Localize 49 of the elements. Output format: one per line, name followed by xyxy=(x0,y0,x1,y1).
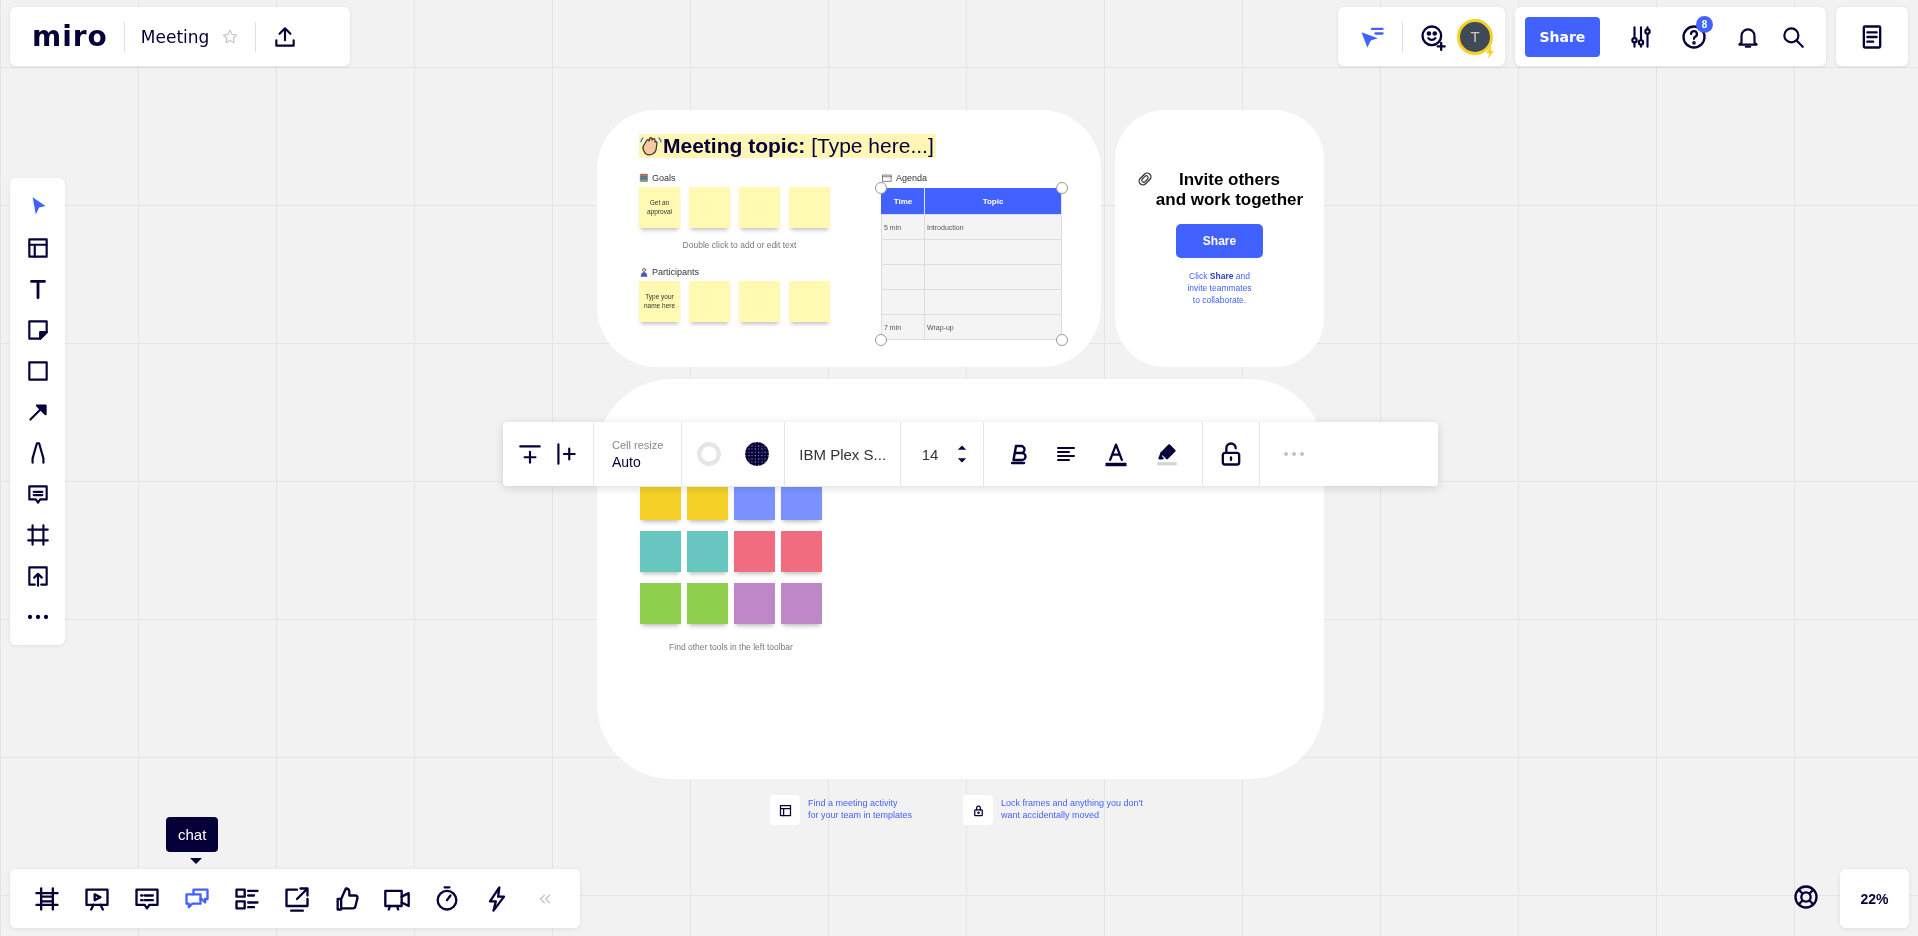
section-label: Agenda xyxy=(896,173,928,183)
layout-icon xyxy=(777,802,793,818)
invite-title: Invite others and work together xyxy=(1155,170,1304,211)
section-label: Goals xyxy=(652,173,676,183)
share-button[interactable]: Share xyxy=(1176,224,1263,259)
person-icon xyxy=(639,267,649,277)
star-icon xyxy=(221,27,240,46)
calendar-icon xyxy=(881,173,893,183)
tip-text: Find a meeting activity for your team in templates xyxy=(808,798,913,822)
table-cell xyxy=(881,239,925,265)
share-button[interactable]: Share xyxy=(1525,16,1600,57)
column-header: Topic xyxy=(924,188,1062,215)
fill-color-icon xyxy=(744,441,771,467)
invite-text: Click Share and invite teammates to collaborate. xyxy=(1187,271,1252,307)
resize-handle[interactable] xyxy=(1056,334,1068,346)
books-icon xyxy=(639,173,649,183)
resize-handle[interactable] xyxy=(875,334,887,346)
table-cell xyxy=(881,264,925,290)
cell-resize-label: Cell resize xyxy=(612,438,664,451)
notification-badge: 8 xyxy=(1696,16,1713,33)
frame-icon xyxy=(24,521,51,548)
hint-text: Double click to add or edit text xyxy=(681,240,798,250)
more-icon xyxy=(1282,450,1307,458)
more-icon xyxy=(25,612,50,621)
font-family-dropdown[interactable]: IBM Plex S... xyxy=(799,445,887,463)
tooltip: chat xyxy=(166,817,219,852)
table-cell xyxy=(881,289,925,315)
frame-icon xyxy=(33,884,61,913)
help-icon xyxy=(1680,22,1709,51)
board-title[interactable]: Meeting xyxy=(140,26,210,47)
help-center-button[interactable] xyxy=(1792,883,1820,911)
reaction-button[interactable] xyxy=(1419,22,1447,51)
smiley-plus-icon xyxy=(1419,22,1447,51)
column-header: Time xyxy=(881,188,925,215)
font-size-field[interactable]: 14 xyxy=(915,445,946,463)
section-label: Participants xyxy=(652,267,700,277)
resize-handle[interactable] xyxy=(875,182,887,194)
tip-text: Lock frames and anything you don't want accidentally moved xyxy=(1001,798,1143,822)
miro-logo[interactable]: miro xyxy=(32,22,108,51)
hint-text: Find other tools in the left toolbar xyxy=(668,642,794,652)
resize-handle[interactable] xyxy=(1056,182,1068,194)
share-screen-icon xyxy=(283,884,311,913)
lifebuoy-icon xyxy=(1792,883,1820,911)
cell-resize-value[interactable]: Auto xyxy=(612,453,664,470)
star-button[interactable] xyxy=(221,27,240,46)
meeting-topic-title: Meeting topic: [Type here...] xyxy=(663,134,934,158)
zoom-level[interactable]: 22% xyxy=(1840,869,1909,928)
hand-icon xyxy=(639,134,663,158)
border-color-icon xyxy=(696,441,723,467)
